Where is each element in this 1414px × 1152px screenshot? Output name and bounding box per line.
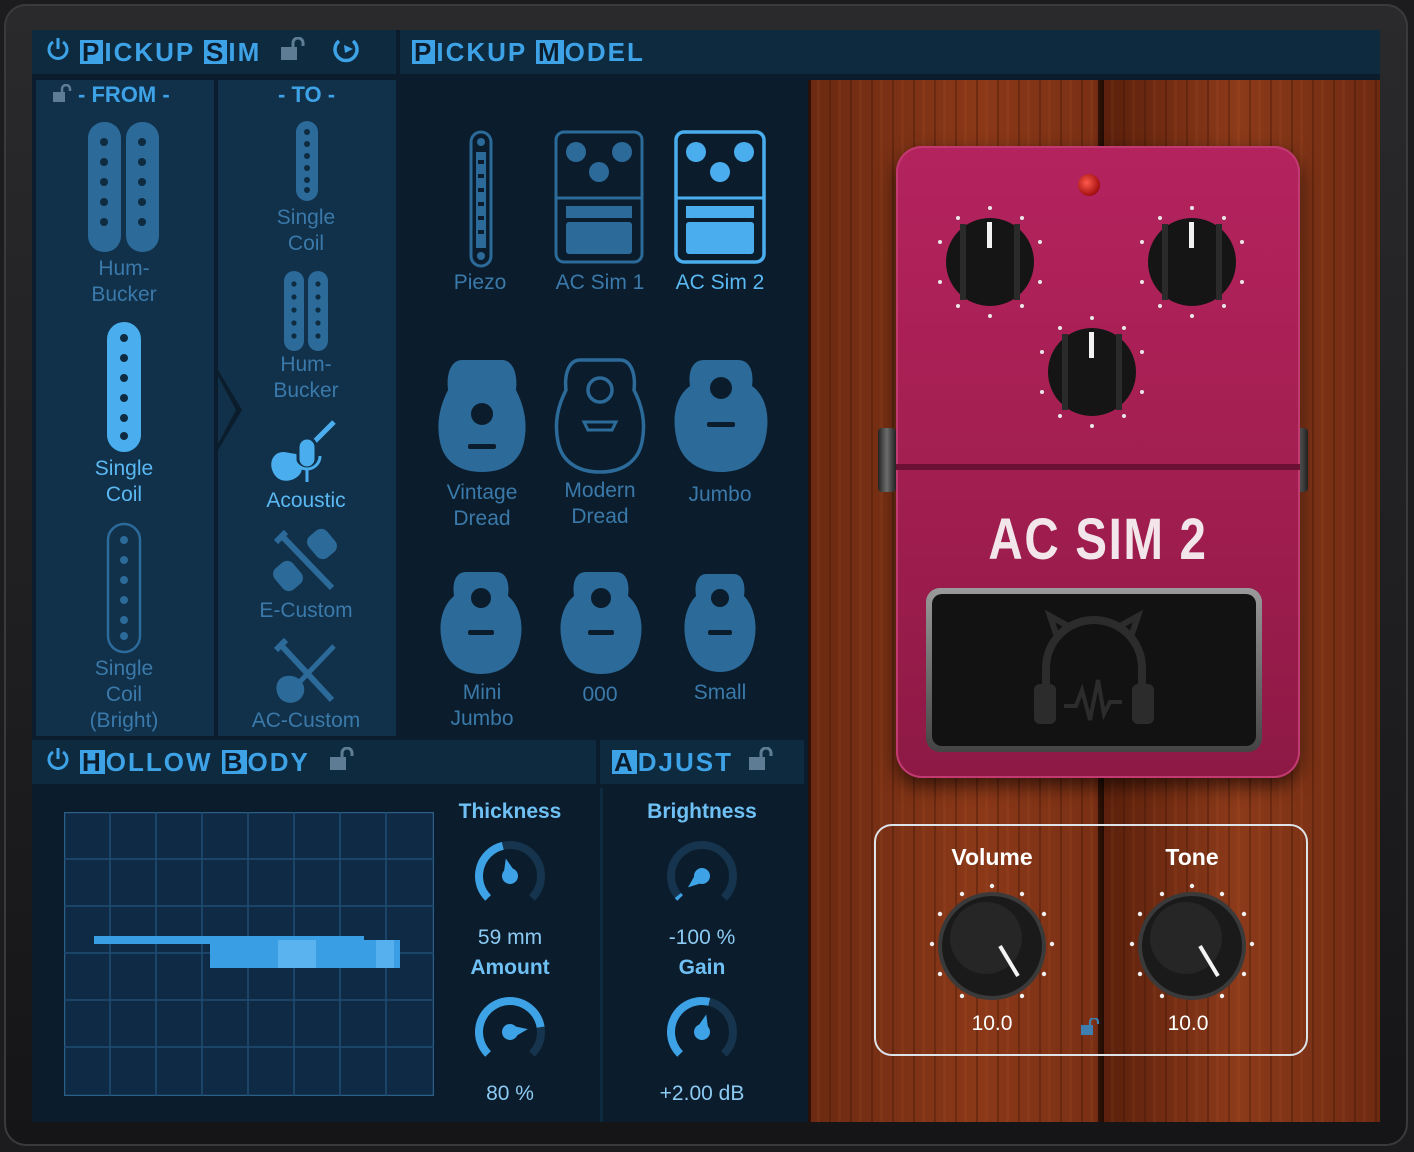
model-vintage-dread[interactable] [434, 356, 530, 481]
to-single-coil-label: Single Coil [276, 206, 336, 255]
pedal-side-jack-left [878, 428, 896, 492]
thickness-label: Thickness [458, 800, 562, 823]
pickup-sim-header: P ICKUP S IM [32, 30, 396, 74]
to-humbucker[interactable] [283, 270, 329, 357]
to-acoustic-label: Acoustic [266, 489, 346, 512]
model-small-label: Small [693, 681, 747, 704]
adjust-title: A DJUST [612, 746, 734, 777]
to-humbucker-label: Hum- Bucker [273, 353, 339, 402]
volume-knob[interactable] [926, 880, 1058, 1012]
tone-label: Tone [1165, 844, 1219, 870]
headphones-logo-icon [1034, 610, 1154, 724]
to-e-custom[interactable] [272, 526, 342, 601]
model-000-label: 000 [582, 683, 618, 706]
model-jumbo-label: Jumbo [688, 483, 752, 506]
model-mini-jumbo-label: Mini Jumbo [450, 681, 514, 730]
pickup-model-header: P ICKUP M ODEL [400, 30, 1380, 74]
pedal-knob-left[interactable] [930, 202, 1050, 322]
tone-knob[interactable] [1126, 880, 1258, 1012]
amount-label: Amount [470, 956, 550, 979]
hollow-body-lock-icon[interactable] [328, 746, 358, 778]
from-humbucker-label: Hum- Bucker [91, 257, 157, 306]
pickup-model-title: P ICKUP M ODEL [412, 36, 645, 67]
lock-icon[interactable] [279, 36, 309, 68]
pedal-led [1078, 174, 1100, 196]
to-ac-custom-label: AC-Custom [251, 709, 361, 732]
pedal-knob-center[interactable] [1032, 312, 1152, 432]
from-to-arrow-icon [218, 370, 242, 450]
to-header: - TO - [278, 82, 336, 107]
to-acoustic[interactable] [268, 416, 344, 491]
pickup-sim-title: P ICKUP S IM [80, 36, 262, 67]
pedal-footswitch[interactable] [926, 588, 1262, 752]
model-ac-sim-2[interactable] [674, 130, 766, 269]
to-single-coil[interactable] [295, 120, 319, 207]
model-piezo-label: Piezo [453, 271, 507, 294]
tone-value: 10.0 [1167, 1012, 1209, 1035]
brightness-label: Brightness [647, 800, 757, 823]
amount-value: 80 % [486, 1082, 534, 1105]
model-000[interactable] [558, 568, 644, 683]
model-vintage-dread-label: Vintage Dread [446, 481, 518, 530]
adjust-header: A DJUST [600, 740, 804, 784]
model-mini-jumbo[interactable] [438, 568, 524, 683]
to-ac-custom[interactable] [272, 636, 344, 713]
from-humbucker[interactable] [86, 120, 162, 259]
output-lock-icon[interactable] [1080, 1018, 1102, 1036]
gain-knob[interactable] [664, 994, 740, 1070]
volume-label: Volume [951, 844, 1033, 870]
amount-knob[interactable] [472, 994, 548, 1070]
from-single-coil-label: Single Coil [94, 457, 154, 506]
adjust-lock-icon[interactable] [747, 746, 777, 778]
plugin-panel: P ICKUP S IM P ICKUP M ODEL - FROM - Hum- Buc… [32, 30, 1380, 1122]
reset-icon[interactable] [331, 35, 361, 70]
brightness-value: -100 % [668, 926, 736, 949]
hollow-body-header: H OLLOW B ODY [32, 740, 596, 784]
model-jumbo[interactable] [672, 356, 770, 481]
model-ac-sim-1[interactable] [554, 130, 644, 269]
hollow-body-power-icon[interactable] [46, 746, 70, 779]
pedal-knob-right[interactable] [1132, 202, 1252, 322]
from-single-coil-bright[interactable] [106, 522, 142, 659]
hollow-body-grid-display[interactable] [64, 812, 434, 1096]
model-ac-sim-2-label: AC Sim 2 [675, 271, 765, 294]
model-ac-sim-1-label: AC Sim 1 [555, 271, 645, 294]
to-e-custom-label: E-Custom [259, 599, 353, 622]
model-modern-dread[interactable] [552, 356, 648, 481]
model-modern-dread-label: Modern Dread [564, 479, 636, 528]
from-single-coil[interactable] [105, 320, 143, 459]
volume-value: 10.0 [971, 1012, 1013, 1035]
thickness-value: 59 mm [477, 926, 543, 949]
thickness-knob[interactable] [472, 838, 548, 914]
pedal-name: AC SIM 2 [988, 507, 1208, 572]
brightness-knob[interactable] [664, 838, 740, 914]
hollow-body-title: H OLLOW B ODY [80, 746, 310, 777]
gain-value: +2.00 dB [659, 1082, 745, 1105]
gain-label: Gain [678, 956, 726, 979]
model-small[interactable] [682, 570, 758, 681]
model-piezo[interactable] [469, 130, 493, 273]
from-header: - FROM - [52, 82, 170, 108]
power-icon[interactable] [46, 36, 70, 69]
from-single-coil-bright-label: Single Coil (Bright) [89, 657, 159, 732]
from-lock-icon[interactable] [52, 83, 74, 104]
